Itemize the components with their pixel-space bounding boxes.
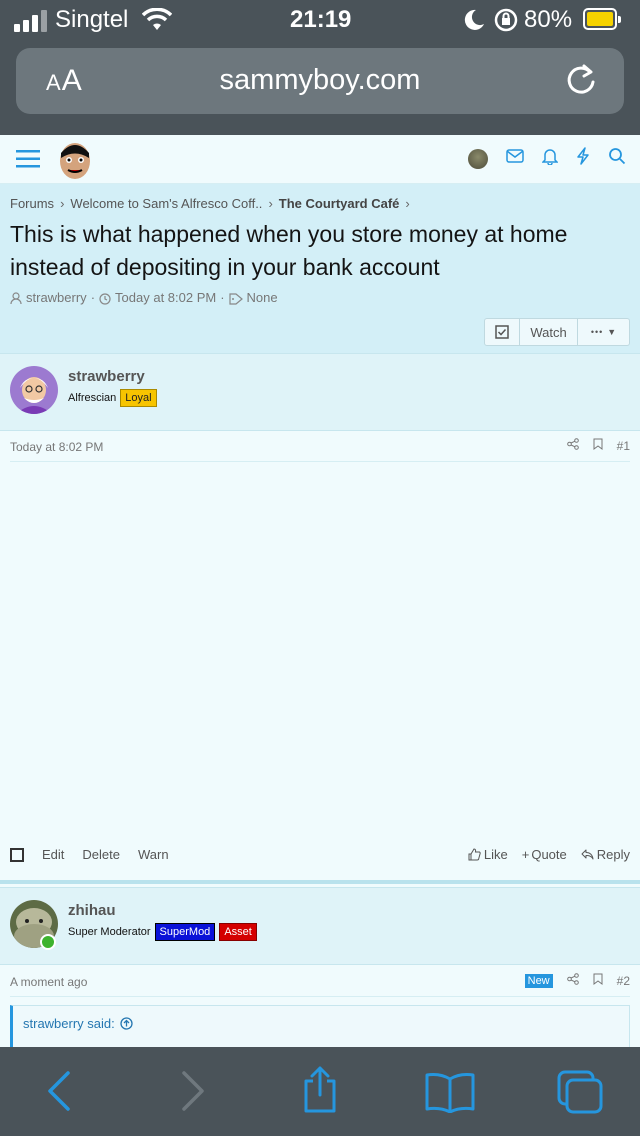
thread-tags[interactable]: None [247,290,278,305]
wifi-icon [141,7,173,39]
url-text[interactable]: sammyboy.com [16,64,624,97]
tabs-icon[interactable] [556,1069,606,1120]
post-username[interactable]: strawberry [68,368,145,385]
warn-button[interactable]: Warn [138,847,169,862]
chevron-right-icon: › [268,196,273,211]
mail-icon[interactable] [506,149,524,168]
more-options-button[interactable]: ••• ▼ [578,318,630,346]
status-bar: Singtel 21:19 80% [0,0,640,40]
bookmark-icon[interactable] [593,438,603,453]
quote-button[interactable]: + Quote [522,847,567,862]
user-badge: Loyal [120,389,157,407]
post-meta: A moment ago New #2 [10,967,630,997]
web-page: Forums › Welcome to Sam's Alfresco Coff.… [0,135,640,1047]
thread-meta: strawberry · Today at 8:02 PM · None [10,290,278,305]
checkbox-icon [495,325,509,339]
battery-icon [583,8,621,30]
browser-toolbar [0,1047,640,1136]
back-icon[interactable] [44,1069,74,1118]
clock: 21:19 [290,6,352,33]
new-badge: New [524,973,553,988]
site-nav [0,135,640,184]
post-number[interactable]: #1 [617,439,630,453]
post-user-box: zhihau Super Moderator SuperMod Asset [0,887,640,965]
clock-icon [99,290,111,305]
user-title: Alfrescian [68,392,117,404]
breadcrumb-forums[interactable]: Forums [10,196,54,211]
post-number[interactable]: #2 [617,974,630,988]
battery-percent: 80% [524,6,573,33]
share-icon[interactable] [566,973,579,988]
search-icon[interactable] [608,147,626,170]
moon-icon [462,8,486,39]
signal-icon [14,10,47,32]
quote-source[interactable]: strawberry said: [23,1016,133,1031]
post-separator [0,880,640,884]
thread-author[interactable]: strawberry [26,290,87,305]
tag-icon [228,290,243,305]
user-title: Super Moderator [68,926,151,938]
delete-button[interactable]: Delete [82,847,120,862]
breadcrumb: Forums › Welcome to Sam's Alfresco Coff.… [10,196,416,211]
menu-icon[interactable] [16,149,40,174]
lightning-icon[interactable] [576,147,590,170]
select-post-checkbox[interactable] [10,847,24,862]
breadcrumb-forum[interactable]: The Courtyard Café [279,196,400,211]
quote-block: strawberry said: [10,1005,630,1047]
arrow-up-circle-icon [120,1017,133,1030]
thread-title: This is what happened when you store mon… [10,221,568,280]
rotation-lock-icon [494,8,518,39]
thread-tools: Watch ••• ▼ [484,318,630,346]
reload-icon[interactable] [564,62,598,103]
share-icon[interactable] [300,1065,340,1120]
forward-icon[interactable] [178,1069,208,1118]
avatar[interactable] [10,366,58,414]
carrier-label: Singtel [55,6,129,33]
thumbs-up-icon [468,848,481,861]
user-icon [10,290,22,305]
bookmark-icon[interactable] [593,973,603,988]
user-avatar[interactable] [468,148,488,169]
post-actions: Edit Delete Warn Like + Quote Reply [10,845,630,867]
like-button[interactable]: Like [468,847,508,862]
chevron-right-icon: › [60,196,65,211]
breadcrumb-section[interactable]: Welcome to Sam's Alfresco Coff.. [70,196,262,211]
bell-icon[interactable] [541,147,559,170]
select-thread-button[interactable] [484,318,520,346]
share-icon[interactable] [566,438,579,453]
caret-down-icon: ▼ [607,327,617,337]
site-logo[interactable] [56,139,94,181]
post-user-box: strawberry Alfrescian Loyal [0,353,640,431]
user-badge: Asset [219,923,257,941]
online-status-icon [40,934,56,950]
chevron-right-icon: › [405,196,410,211]
thread-date[interactable]: Today at 8:02 PM [115,290,216,305]
post-username[interactable]: zhihau [68,902,116,919]
plus-icon: + [521,847,530,862]
watch-button[interactable]: Watch [520,318,578,346]
edit-button[interactable]: Edit [42,847,64,862]
address-bar[interactable]: AA sammyboy.com [16,48,624,114]
reply-button[interactable]: Reply [581,847,630,862]
post-date[interactable]: A moment ago [10,975,87,989]
post-date[interactable]: Today at 8:02 PM [10,440,103,454]
reply-icon [581,849,594,860]
user-badge: SuperMod [154,923,216,941]
bookmarks-icon[interactable] [424,1071,476,1118]
post-meta: Today at 8:02 PM #1 [10,432,630,462]
